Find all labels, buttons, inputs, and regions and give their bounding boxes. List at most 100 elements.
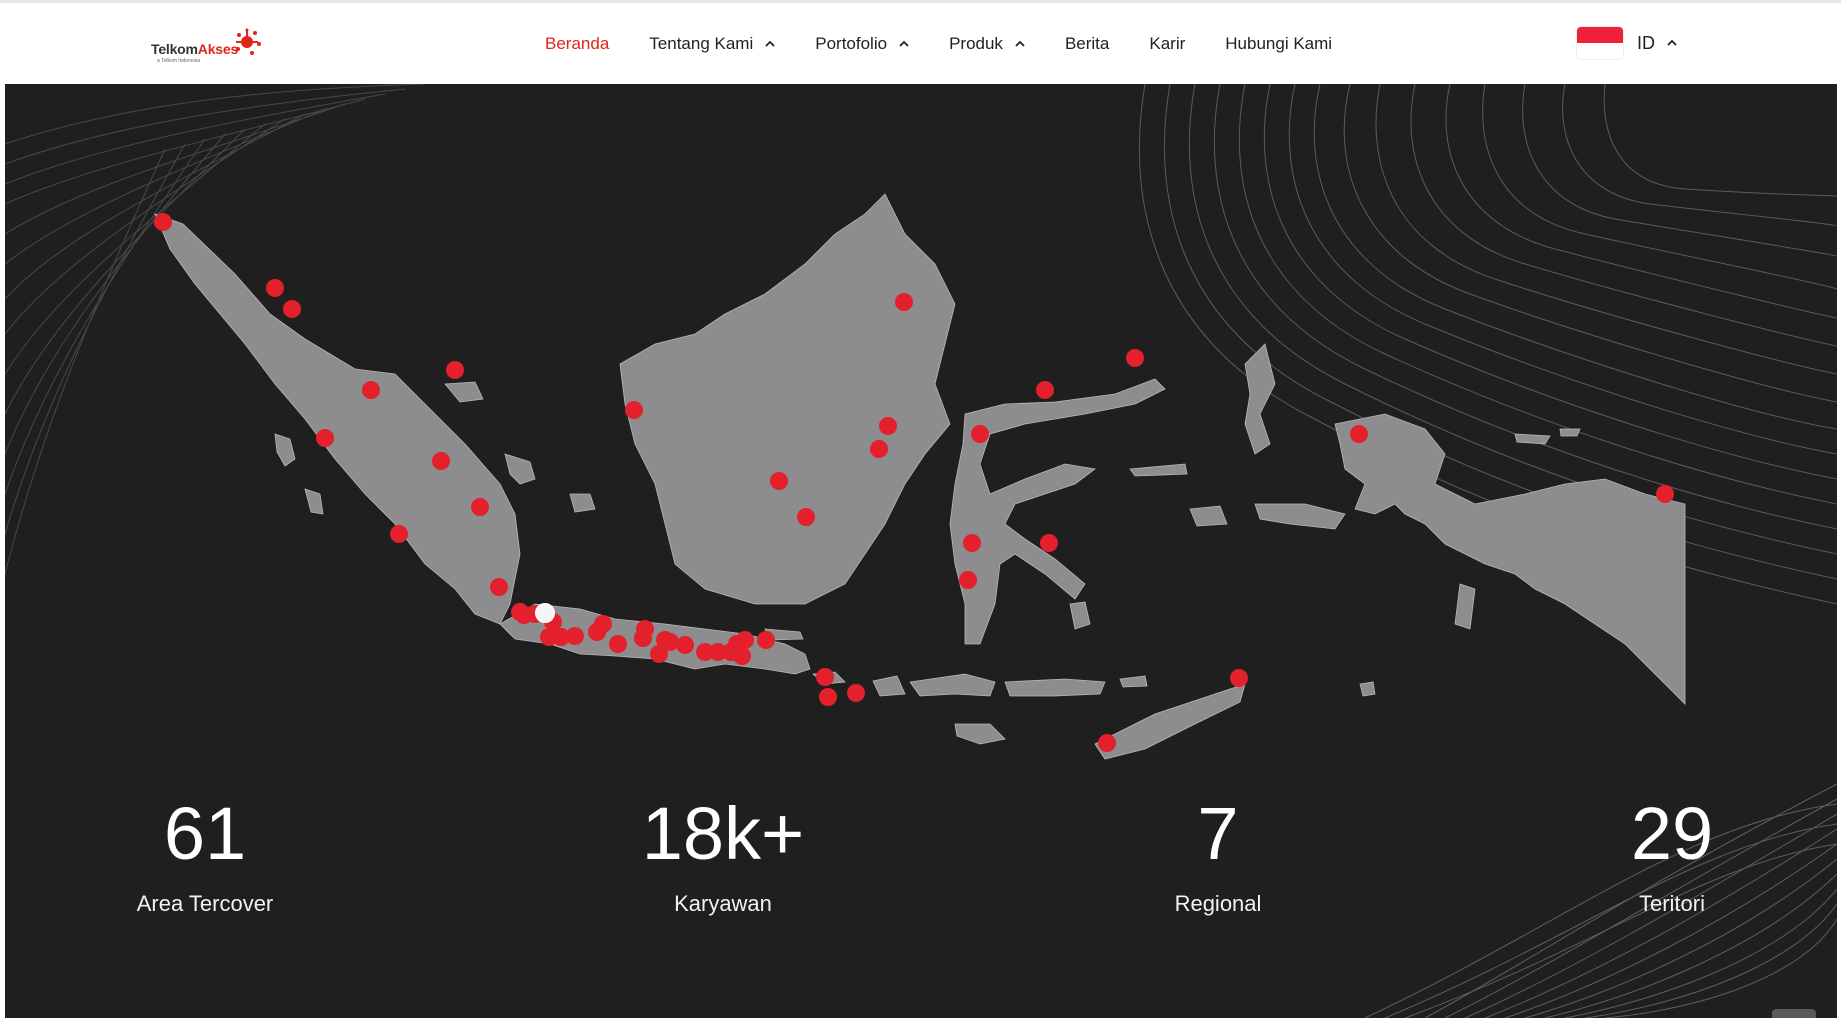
map-marker[interactable] xyxy=(446,361,464,379)
map-marker[interactable] xyxy=(266,279,284,297)
language-code: ID xyxy=(1637,32,1655,53)
chevron-up-icon xyxy=(1667,39,1677,46)
coverage-stats: 61 Area Tercover 18k+ Karyawan 7 Regiona… xyxy=(5,789,1837,989)
island-nias xyxy=(274,433,296,467)
island-flores xyxy=(1004,678,1106,697)
nav-label: Berita xyxy=(1064,33,1110,53)
map-marker[interactable] xyxy=(566,627,584,645)
island-halmahera xyxy=(1244,343,1276,455)
island-tanimbar xyxy=(1454,583,1476,630)
island-papua xyxy=(1334,413,1686,705)
map-marker[interactable] xyxy=(971,425,989,443)
island-bangka xyxy=(504,453,536,485)
map-marker[interactable] xyxy=(797,508,815,526)
stat-value: 61 xyxy=(163,792,247,875)
map-marker[interactable] xyxy=(316,429,334,447)
language-switcher[interactable]: ID xyxy=(1577,27,1677,59)
chevron-up-icon xyxy=(899,40,909,47)
map-marker[interactable] xyxy=(757,631,775,649)
map-marker[interactable] xyxy=(471,498,489,516)
nav-label: Beranda xyxy=(545,33,610,53)
map-marker[interactable] xyxy=(154,213,172,231)
map-marker[interactable] xyxy=(1036,381,1054,399)
map-marker[interactable] xyxy=(895,293,913,311)
map-marker[interactable] xyxy=(1098,734,1116,752)
nav-label: Tentang Kami xyxy=(649,33,754,53)
island-mentawai xyxy=(304,488,324,515)
map-marker[interactable] xyxy=(847,684,865,702)
map-marker[interactable] xyxy=(879,417,897,435)
nav-hubungi-kami[interactable]: Hubungi Kami xyxy=(1225,34,1332,54)
nav-tentang-kami[interactable]: Tentang Kami xyxy=(649,34,775,54)
stat-value: 29 xyxy=(1630,792,1714,875)
stat-label: Teritori xyxy=(1638,891,1705,916)
map-marker[interactable] xyxy=(963,534,981,552)
chevron-up-icon xyxy=(1015,40,1025,47)
main-nav: Beranda Tentang Kami Portofolio Produk B… xyxy=(545,3,1372,84)
map-marker[interactable] xyxy=(1126,349,1144,367)
island-sula xyxy=(1129,463,1188,477)
island-kalimantan xyxy=(619,193,956,605)
map-marker[interactable] xyxy=(490,578,508,596)
scroll-to-top-button[interactable] xyxy=(1772,1009,1816,1018)
map-marker[interactable] xyxy=(515,606,533,624)
nav-label: Karir xyxy=(1149,33,1186,53)
nav-beranda[interactable]: Beranda xyxy=(545,34,609,54)
island-yapen xyxy=(1514,433,1551,445)
map-marker[interactable] xyxy=(770,472,788,490)
map-marker[interactable] xyxy=(816,668,834,686)
nav-label: Hubungi Kami xyxy=(1225,33,1333,53)
map-marker[interactable] xyxy=(733,647,751,665)
logo-text-telkom: Telkom xyxy=(151,41,198,57)
nav-berita[interactable]: Berita xyxy=(1065,34,1109,54)
stat-value: 18k+ xyxy=(641,792,805,875)
stat-label: Karyawan xyxy=(674,891,772,916)
island-buton xyxy=(1069,601,1091,630)
stat-label: Regional xyxy=(1174,891,1262,916)
nav-produk[interactable]: Produk xyxy=(949,34,1025,54)
stat-karyawan: 18k+ Karyawan xyxy=(573,789,873,917)
map-marker[interactable] xyxy=(736,631,754,649)
stat-label: Area Tercover xyxy=(136,891,274,916)
island-timor xyxy=(1094,683,1246,760)
map-marker[interactable] xyxy=(594,615,612,633)
map-marker-selected[interactable] xyxy=(535,603,555,623)
island-riau xyxy=(444,381,484,403)
map-marker[interactable] xyxy=(625,401,643,419)
map-marker[interactable] xyxy=(870,440,888,458)
map-marker[interactable] xyxy=(1040,534,1058,552)
nav-karir[interactable]: Karir xyxy=(1149,34,1185,54)
island-biak xyxy=(1559,428,1581,437)
site-header: TelkomAkses a Telkom Indonesia Beranda T… xyxy=(5,3,1837,85)
map-marker[interactable] xyxy=(650,645,668,663)
island-buru xyxy=(1189,505,1228,527)
indonesia-flag-icon xyxy=(1577,27,1623,59)
map-marker[interactable] xyxy=(636,620,654,638)
stat-teritori: 29 Teritori xyxy=(1522,789,1822,917)
island-lombok xyxy=(872,675,906,697)
map-marker[interactable] xyxy=(432,452,450,470)
telkomakses-logo[interactable]: TelkomAkses a Telkom Indonesia xyxy=(145,25,265,65)
map-marker[interactable] xyxy=(1656,485,1674,503)
nav-label: Produk xyxy=(949,33,1003,53)
map-marker[interactable] xyxy=(819,688,837,706)
map-marker[interactable] xyxy=(1230,669,1248,687)
stat-area-tercover: 61 Area Tercover xyxy=(55,789,355,917)
map-marker[interactable] xyxy=(676,636,694,654)
island-sumba xyxy=(954,723,1006,745)
island-aru xyxy=(1359,681,1376,697)
map-marker[interactable] xyxy=(959,571,977,589)
map-marker[interactable] xyxy=(283,300,301,318)
map-marker[interactable] xyxy=(362,381,380,399)
map-marker[interactable] xyxy=(1350,425,1368,443)
nav-portofolio[interactable]: Portofolio xyxy=(815,34,909,54)
map-marker[interactable] xyxy=(609,635,627,653)
browser-page: TelkomAkses a Telkom Indonesia Beranda T… xyxy=(0,0,1841,1021)
island-alor xyxy=(1119,675,1148,688)
logo-text-akses: Akses xyxy=(197,41,239,57)
coverage-section: 61 Area Tercover 18k+ Karyawan 7 Regiona… xyxy=(5,84,1837,1018)
stat-regional: 7 Regional xyxy=(1068,789,1368,917)
island-sulawesi xyxy=(949,378,1166,645)
map-marker[interactable] xyxy=(390,525,408,543)
island-seram xyxy=(1254,503,1346,530)
